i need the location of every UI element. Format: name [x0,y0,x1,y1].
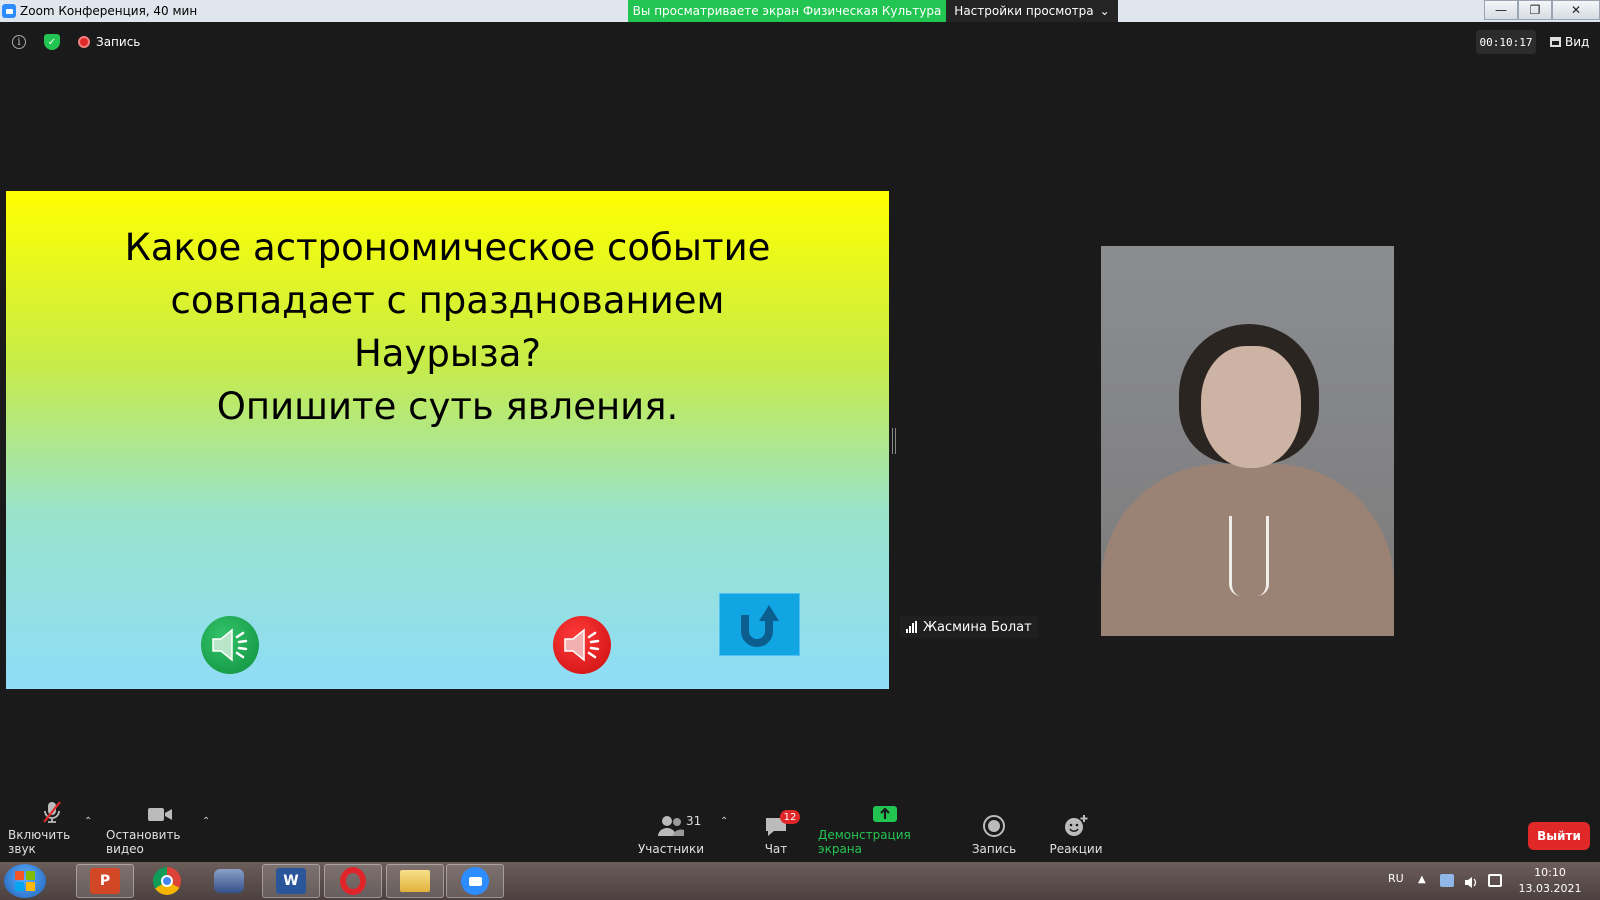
meeting-timer: 00:10:17 [1476,30,1536,54]
share-screen-icon [872,804,898,824]
taskbar-clock[interactable]: 10:10 13.03.2021 [1510,865,1590,897]
close-button[interactable]: ✕ [1552,0,1600,20]
question-line: совпадает с празднованием [170,279,725,322]
shared-screen-slide: Какое астрономическое событие совпадает … [6,191,889,689]
taskbar-zoom[interactable] [446,864,504,898]
unmute-label: Включить звук [8,828,71,856]
windows-logo-icon [15,871,35,891]
chat-icon: 12 [764,810,800,838]
participant-video[interactable] [1101,246,1394,636]
clock-time: 10:10 [1534,866,1566,879]
question-line: Опишите суть явления. [216,385,679,428]
maximize-button[interactable]: ❐ [1518,0,1552,20]
display-tray-icon[interactable] [1488,874,1502,887]
language-indicator[interactable]: RU [1388,872,1404,885]
reactions-label: Реакции [1049,842,1103,856]
participants-icon [657,814,685,838]
record-dot-icon [78,36,90,48]
u-turn-arrow-icon [740,604,779,647]
minimize-button[interactable]: — [1484,0,1518,20]
view-settings-label: Настройки просмотра [954,4,1094,18]
recording-indicator[interactable]: Запись [78,32,140,52]
chrome-icon [153,867,181,895]
sound-off-button[interactable] [553,616,611,674]
meeting-toolbar: Включить звук ⌃ Остановить видео ⌃ Участ… [0,801,1600,860]
return-button[interactable] [719,593,800,656]
taskbar-opera[interactable] [324,864,382,898]
taskbar-explorer[interactable] [386,864,444,898]
mic-muted-icon [40,800,64,824]
chat-label: Чат [764,842,788,856]
reactions-button[interactable]: Реакции [1044,808,1108,860]
record-icon [982,814,1006,838]
chat-button[interactable]: 12 Чат [756,808,800,860]
app-title: Zoom Конференция, 40 мин [2,2,197,20]
share-screen-label: Демонстрация экрана [818,828,911,856]
video-figure-hoodie-strings [1229,516,1269,596]
stop-video-button[interactable]: Остановить видео [106,808,214,860]
participant-name-tag: Жасмина Болат [900,616,1038,638]
security-shield-icon[interactable]: ✓ [44,34,60,50]
volume-tray-icon[interactable] [1464,874,1478,888]
taskbar-chrome[interactable] [138,864,196,898]
share-screen-button[interactable]: Демонстрация экрана [818,806,952,860]
view-settings-button[interactable]: Настройки просмотра ⌄ [946,0,1118,22]
participant-name: Жасмина Болат [923,619,1032,635]
taskbar-powerpoint[interactable]: P [76,864,134,898]
panel-splitter[interactable] [892,428,896,454]
audio-options-caret-icon[interactable]: ⌃ [84,816,92,827]
record-button[interactable]: Запись [966,808,1022,860]
record-label: Запись [971,842,1017,856]
powerpoint-icon: P [90,868,120,894]
window-title: Zoom Конференция, 40 мин [20,4,198,18]
participants-options-caret-icon[interactable]: ⌃ [720,816,728,827]
participants-label: Участники [637,842,705,856]
share-banner-text: Вы просматриваете экран Физическая Культ… [632,4,942,18]
stop-video-label: Остановить видео [106,828,181,856]
network-tray-icon[interactable] [1440,874,1454,887]
question-line: Наурыза? [353,332,542,375]
media-app-icon [214,869,244,893]
chevron-down-icon: ⌄ [1099,4,1110,18]
unmute-button[interactable]: Включить звук [8,801,96,860]
word-icon: W [276,868,306,894]
view-label: Вид [1565,35,1590,49]
speaker-icon [212,628,248,662]
meeting-top-bar: i ✓ Запись 00:10:17 Вид [0,28,1600,56]
tray-expand-icon[interactable]: ▲ [1418,874,1432,887]
video-options-caret-icon[interactable]: ⌃ [202,816,210,827]
video-figure-face [1201,346,1301,468]
info-icon[interactable]: i [12,35,26,49]
windows-taskbar: P W RU ▲ 10:10 13.03.2021 [0,862,1600,900]
speaker-icon [564,628,600,662]
zoom-logo-icon [2,4,16,18]
start-button[interactable] [4,864,46,898]
clock-date: 13.03.2021 [1518,882,1582,895]
gallery-view-icon [1550,37,1561,47]
sound-on-button[interactable] [201,616,259,674]
leave-meeting-button[interactable]: Выйти [1528,822,1590,850]
taskbar-word[interactable]: W [262,864,320,898]
signal-strength-icon [906,621,917,633]
slide-question: Какое астрономическое событие совпадает … [6,221,889,433]
recording-label: Запись [96,35,141,49]
view-button[interactable]: Вид [1550,32,1589,52]
opera-icon [340,867,366,895]
screen-share-banner: Вы просматриваете экран Физическая Культ… [628,0,946,22]
taskbar-media-app[interactable] [200,864,258,898]
folder-icon [400,870,430,892]
participants-count: 31 [686,814,702,828]
window-controls: — ❐ ✕ [1484,0,1600,20]
video-camera-icon [147,804,173,824]
smiley-add-icon [1063,814,1089,838]
question-line: Какое астрономическое событие [124,226,771,269]
chat-unread-badge: 12 [780,810,800,824]
zoom-app-icon [461,867,489,895]
